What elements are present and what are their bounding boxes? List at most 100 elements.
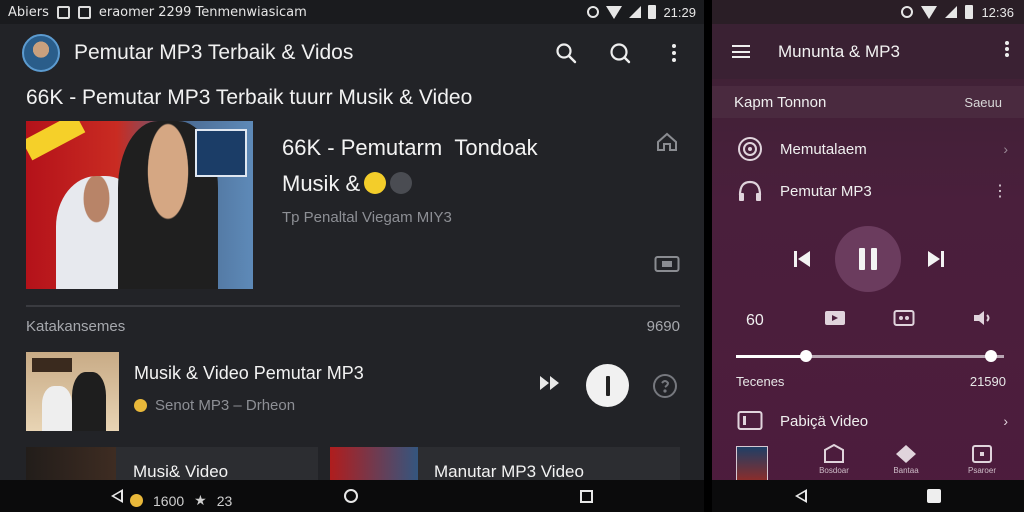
gallery-notification-icon bbox=[56, 5, 70, 19]
card-1-meta-count: 1600 bbox=[153, 492, 185, 509]
star-icon: ★ bbox=[194, 492, 207, 508]
menu-icon[interactable] bbox=[732, 45, 750, 58]
card-1-meta-count-2: 23 bbox=[216, 492, 233, 509]
playlist-icon[interactable] bbox=[824, 308, 846, 333]
more-vert-icon[interactable] bbox=[658, 37, 690, 69]
video-card-1-label: Musi& Video bbox=[133, 462, 229, 481]
status-bar: Abiers eraomer 2299 Tenmenwiasicam 21:29 bbox=[0, 0, 704, 24]
back-icon[interactable] bbox=[795, 489, 807, 503]
more-vert-small-icon[interactable]: ⋮ bbox=[992, 181, 1008, 201]
track-album-art bbox=[26, 352, 119, 431]
help-circle-icon[interactable] bbox=[652, 373, 678, 404]
carrier-label: Abiers bbox=[8, 4, 49, 20]
player-tool-row: 60 bbox=[712, 306, 1024, 334]
right-item-2-label: Pemutar MP3 bbox=[780, 182, 872, 200]
right-app-title: Mununta & MP3 bbox=[778, 41, 900, 61]
tab-favorites-label: Bantaa bbox=[893, 466, 919, 475]
player-controls bbox=[712, 226, 1024, 292]
chat-search-icon[interactable] bbox=[604, 37, 636, 69]
mini-album-art[interactable] bbox=[736, 446, 768, 482]
fast-forward-icon[interactable] bbox=[538, 374, 562, 397]
hero-title-line1: 66K - Pemutarm Tondoak bbox=[282, 135, 538, 160]
play-counter: 60 bbox=[746, 312, 764, 329]
app-bar: Pemutar MP3 Terbaik & Vidos bbox=[0, 24, 704, 82]
recents-icon[interactable] bbox=[580, 489, 594, 503]
app-title: Pemutar MP3 Terbaik & Vidos bbox=[74, 41, 354, 64]
battery-icon bbox=[965, 5, 974, 19]
right-section-label: Kapm Tonnon bbox=[734, 93, 827, 111]
hero-title: 66K - Pemutarm Tondoak Musik & bbox=[282, 130, 612, 202]
track-row[interactable]: Musik & Video Pemutar MP3 Senot MP3 – Dr… bbox=[26, 352, 686, 432]
section-count: 9690 bbox=[646, 318, 680, 335]
right-item-2[interactable]: Pemutar MP3 ⋮ bbox=[712, 174, 1024, 208]
tab-favorites[interactable]: Bantaa bbox=[882, 444, 930, 475]
tab-downloads[interactable]: Psaroer bbox=[958, 444, 1006, 475]
card-emoji-icon bbox=[130, 494, 143, 507]
notification-text: eraomer 2299 Tenmenwiasicam bbox=[98, 4, 307, 20]
divider bbox=[26, 305, 680, 307]
right-item-1-label: Memutalaem bbox=[780, 140, 867, 158]
right-section-action[interactable]: Saeuu bbox=[964, 95, 1002, 110]
emoji-badge-icon bbox=[390, 172, 413, 194]
seek-buffer-handle[interactable] bbox=[799, 350, 812, 362]
seek-buffer-fill bbox=[736, 355, 806, 358]
page-title: 66K - Pemutar MP3 Terbaik tuurr Musik & … bbox=[26, 86, 473, 109]
album-art-ribbon bbox=[26, 121, 86, 161]
more-vert-icon[interactable] bbox=[1004, 40, 1010, 63]
equalizer-icon[interactable] bbox=[893, 308, 915, 333]
section-label: Katakansemes bbox=[26, 318, 126, 335]
left-screen: Abiers eraomer 2299 Tenmenwiasicam 21:29… bbox=[0, 0, 704, 512]
right-section-header: Kapm Tonnon Saeuu bbox=[712, 86, 1024, 118]
track-art-title-block bbox=[32, 358, 72, 372]
recents-icon[interactable] bbox=[927, 489, 941, 503]
right-item-1[interactable]: Memutalaem › bbox=[712, 132, 1024, 166]
status-time: 21:29 bbox=[663, 4, 696, 20]
track-meta-text: Senot MP3 – Drheon bbox=[155, 397, 296, 414]
right-video-item-label: Pabiçä Video bbox=[780, 412, 869, 430]
signal-icon bbox=[945, 6, 958, 18]
battery-icon bbox=[648, 5, 657, 19]
right-app-bar: Mununta & MP3 bbox=[712, 24, 1024, 79]
tab-downloads-label: Psaroer bbox=[967, 466, 996, 475]
time-end: 21590 bbox=[969, 374, 1006, 389]
emoji-icon bbox=[134, 399, 147, 412]
pause-bar-icon bbox=[605, 375, 610, 396]
right-status-time: 12:36 bbox=[981, 4, 1014, 20]
hero-title-line2: Musik & bbox=[282, 171, 361, 196]
sync-icon bbox=[901, 6, 914, 18]
hero-album-art[interactable] bbox=[26, 121, 253, 289]
wifi-icon bbox=[606, 5, 623, 19]
play-pause-button[interactable] bbox=[586, 364, 629, 407]
track-meta: Senot MP3 – Drheon bbox=[134, 397, 295, 414]
video-card-2-label: Manutar MP3 Video bbox=[434, 462, 584, 481]
avatar[interactable] bbox=[22, 34, 60, 72]
picture-in-picture-icon[interactable] bbox=[654, 254, 680, 279]
wifi-icon bbox=[921, 5, 938, 19]
video-library-icon bbox=[736, 407, 764, 435]
right-screen: 12:36 Mununta & MP3 Kapm Tonnon Saeuu Me… bbox=[712, 0, 1024, 512]
tab-library[interactable]: Bosdoar bbox=[810, 444, 858, 475]
back-icon[interactable] bbox=[110, 489, 123, 503]
sync-icon bbox=[587, 6, 600, 18]
track-title: Musik & Video Pemutar MP3 bbox=[134, 363, 364, 383]
emoji-face-icon bbox=[364, 172, 387, 194]
seek-bar[interactable] bbox=[736, 349, 1004, 363]
disc-icon bbox=[736, 135, 764, 163]
album-art-poster bbox=[195, 129, 247, 177]
volume-icon[interactable] bbox=[972, 308, 994, 333]
tab-library-label: Bosdoar bbox=[819, 466, 849, 475]
pause-button[interactable] bbox=[835, 226, 901, 292]
seek-handle[interactable] bbox=[984, 350, 997, 362]
card-1-meta: 1600 ★ 23 bbox=[130, 492, 232, 509]
right-video-item[interactable]: Pabiçä Video › bbox=[712, 404, 1024, 438]
skip-next-icon[interactable] bbox=[926, 249, 946, 274]
time-start: Tecenes bbox=[736, 374, 785, 389]
time-row: Tecenes 21590 bbox=[736, 374, 1006, 389]
search-icon[interactable] bbox=[550, 37, 582, 69]
right-status-bar: 12:36 bbox=[712, 0, 1024, 24]
right-system-nav-bar bbox=[712, 480, 1024, 512]
skip-previous-icon[interactable] bbox=[792, 249, 812, 274]
app-notification-icon bbox=[77, 5, 91, 19]
home-nav-icon[interactable] bbox=[344, 489, 359, 503]
home-icon[interactable] bbox=[656, 132, 678, 157]
